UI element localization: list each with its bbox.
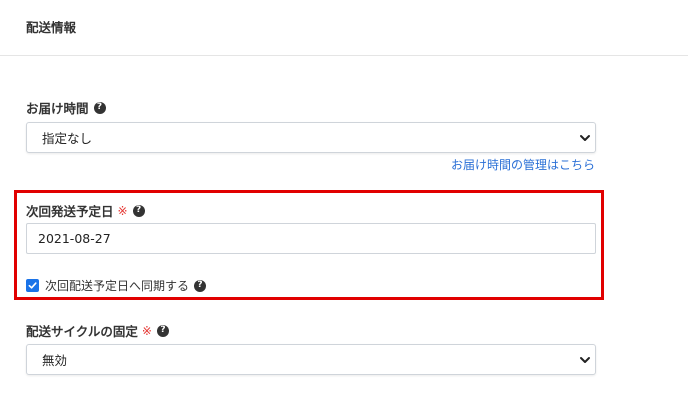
chevron-down-icon <box>580 135 590 141</box>
sync-checkbox-row[interactable]: 次回配送予定日へ同期する ? <box>26 277 207 294</box>
delivery-time-label-row: お届け時間 ? <box>26 98 106 117</box>
next-ship-date-label-row: 次回発送予定日 ※ ? <box>26 201 145 220</box>
delivery-time-label: お届け時間 <box>26 101 89 116</box>
sync-checkbox-label: 次回配送予定日へ同期する <box>45 279 190 293</box>
sync-checkbox[interactable] <box>26 279 39 292</box>
manage-delivery-time-link[interactable]: お届け時間の管理はこちら <box>451 156 595 173</box>
delivery-time-select[interactable]: 指定なし <box>26 122 596 153</box>
section-header: 配送情報 <box>0 0 688 56</box>
fixed-cycle-label-row: 配送サイクルの固定 ※ ? <box>26 321 169 340</box>
fixed-cycle-label: 配送サイクルの固定 <box>26 324 138 339</box>
fixed-cycle-select-value: 無効 <box>42 353 68 368</box>
section-title: 配送情報 <box>26 20 77 35</box>
next-ship-date-label: 次回発送予定日 <box>26 204 114 219</box>
next-ship-date-value: 2021-08-27 <box>38 231 111 246</box>
question-circle-icon[interactable]: ? <box>132 204 145 217</box>
checkmark-icon <box>28 282 37 289</box>
next-ship-date-input[interactable]: 2021-08-27 <box>26 223 596 254</box>
chevron-down-icon <box>580 357 590 363</box>
question-circle-icon[interactable]: ? <box>93 101 106 114</box>
question-circle-icon[interactable]: ? <box>156 324 169 337</box>
required-mark: ※ <box>117 203 128 218</box>
question-circle-icon[interactable]: ? <box>194 279 207 292</box>
required-mark: ※ <box>141 323 152 338</box>
fixed-cycle-select[interactable]: 無効 <box>26 344 596 375</box>
delivery-time-select-value: 指定なし <box>42 131 93 146</box>
